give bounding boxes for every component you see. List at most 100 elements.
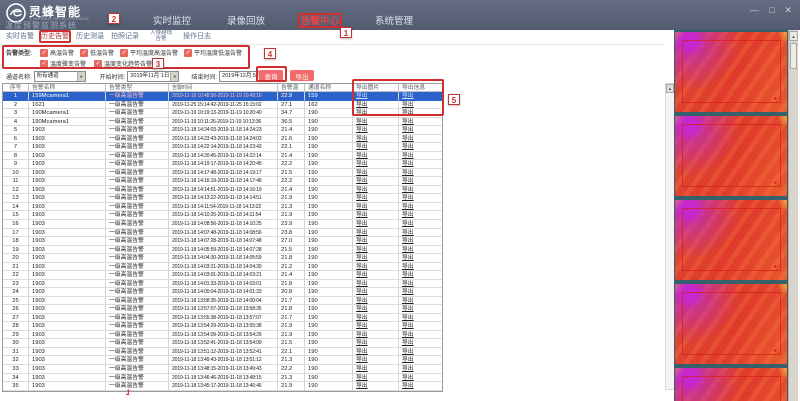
- export-info-link[interactable]: 导出: [399, 126, 442, 135]
- export-info-link[interactable]: 导出: [399, 246, 442, 255]
- export-image-link[interactable]: 导出: [353, 100, 399, 110]
- export-info-link[interactable]: 导出: [399, 331, 442, 340]
- export-info-link[interactable]: 导出: [399, 322, 442, 331]
- export-image-link[interactable]: 导出: [353, 126, 399, 135]
- export-info-link[interactable]: 导出: [399, 220, 442, 229]
- export-info-link[interactable]: 导出: [399, 118, 442, 127]
- export-info-link[interactable]: 导出: [399, 160, 442, 169]
- export-info-link[interactable]: 导出: [399, 314, 442, 323]
- nav-item-1[interactable]: 实时监控: [153, 13, 191, 27]
- table-row[interactable]: 4 190Mcamera1 一级高温告警 2019-11-19 10:11:26-20…: [3, 117, 442, 127]
- export-info-link[interactable]: 导出: [399, 288, 442, 297]
- export-info-link[interactable]: 导出: [399, 211, 442, 220]
- table-row[interactable]: 25 1903 一级高温告警 2019-11-18 13:58:35-2019-11-…: [3, 296, 442, 306]
- maximize-button[interactable]: □: [769, 5, 774, 16]
- minimize-button[interactable]: —: [750, 5, 759, 16]
- checkbox-1-1[interactable]: ✓ 高温告警: [40, 48, 74, 57]
- thermal-image[interactable]: ✚: [675, 200, 787, 280]
- table-row[interactable]: 9 1903 一级高温告警 2019-11-18 14:19:17-2019-11-1…: [3, 160, 442, 169]
- export-info-link[interactable]: 导出: [399, 339, 442, 348]
- export-info-link[interactable]: 导出: [399, 143, 442, 152]
- table-row[interactable]: 2 1621 一级高温告警 2019-11-25 15:14:42-2019-11-2…: [3, 100, 442, 110]
- export-image-link[interactable]: 导出: [353, 347, 399, 357]
- export-image-link[interactable]: 导出: [353, 382, 399, 391]
- nav-item-2[interactable]: 录像回放: [227, 13, 265, 27]
- export-info-link[interactable]: 导出: [399, 365, 442, 374]
- export-info-link[interactable]: 导出: [399, 203, 442, 212]
- export-image-link[interactable]: 导出: [353, 92, 399, 101]
- export-info-link[interactable]: 导出: [399, 348, 442, 357]
- export-info-link[interactable]: 导出: [399, 356, 442, 365]
- table-row[interactable]: 11 1903 一级高温告警 2019-11-18 14:16:19-2019-11-…: [3, 177, 442, 186]
- export-image-link[interactable]: 导出: [353, 296, 399, 306]
- scrollbar-thumb[interactable]: [790, 43, 797, 69]
- export-image-link[interactable]: 导出: [353, 211, 399, 220]
- export-image-link[interactable]: 导出: [353, 373, 399, 383]
- export-image-link[interactable]: 导出: [353, 168, 399, 178]
- export-info-link[interactable]: 导出: [399, 237, 442, 246]
- export-info-link[interactable]: 导出: [399, 109, 442, 118]
- checkbox-1-4[interactable]: ✓ 平均温度低温告警: [184, 48, 242, 57]
- export-button[interactable]: 导出: [290, 70, 314, 81]
- export-image-link[interactable]: 导出: [353, 134, 399, 144]
- export-info-link[interactable]: 导出: [399, 374, 442, 383]
- thermal-image[interactable]: ✚: [675, 32, 787, 112]
- export-info-link[interactable]: 导出: [399, 271, 442, 280]
- export-info-link[interactable]: 导出: [399, 280, 442, 289]
- export-image-link[interactable]: 导出: [353, 365, 399, 374]
- table-row[interactable]: 15 1903 一级高温告警 2019-11-18 14:10:25-2019-11-…: [3, 211, 442, 220]
- table-row[interactable]: 33 1903 一级高温告警 2019-11-18 13:48:15-2019-11-…: [3, 365, 442, 374]
- tab-2[interactable]: 历史告警: [41, 33, 69, 40]
- export-info-link[interactable]: 导出: [399, 297, 442, 306]
- table-row[interactable]: 22 1903 一级高温告警 2019-11-18 14:03:01-2019-11-…: [3, 271, 442, 280]
- table-row[interactable]: 31 1903 一级高温告警 2019-11-18 13:51:12-2019-11-…: [3, 347, 442, 357]
- table-row[interactable]: 1 159Mcamera1 一级高温告警 2019-11-19 10:48:56-20…: [3, 92, 442, 101]
- export-image-link[interactable]: 导出: [353, 262, 399, 272]
- export-image-link[interactable]: 导出: [353, 143, 399, 152]
- tab-3[interactable]: 历史测温: [76, 33, 104, 40]
- export-image-link[interactable]: 导出: [353, 194, 399, 203]
- export-info-link[interactable]: 导出: [399, 92, 442, 101]
- table-row[interactable]: 27 1903 一级高温告警 2019-11-18 13:55:38-2019-11-…: [3, 313, 442, 323]
- table-row[interactable]: 16 1903 一级高温告警 2019-11-18 14:08:56-2019-11-…: [3, 219, 442, 229]
- export-image-link[interactable]: 导出: [353, 313, 399, 323]
- export-image-link[interactable]: 导出: [353, 339, 399, 348]
- export-image-link[interactable]: 导出: [353, 219, 399, 229]
- channel-select[interactable]: 所有通道 ▼: [33, 71, 86, 82]
- tab-1[interactable]: 实时告警: [6, 33, 34, 40]
- table-row[interactable]: 26 1903 一级高温告警 2019-11-18 13:57:07-2019-11-…: [3, 305, 442, 314]
- export-info-link[interactable]: 导出: [399, 135, 442, 144]
- export-image-link[interactable]: 导出: [353, 279, 399, 289]
- table-row[interactable]: 3 190Mcamera1 一级高温告警 2019-11-19 10:19:13-20…: [3, 109, 442, 118]
- export-info-link[interactable]: 导出: [399, 169, 442, 178]
- table-row[interactable]: 28 1903 一级高温告警 2019-11-18 13:54:29-2019-11-…: [3, 322, 442, 331]
- table-row[interactable]: 13 1903 一级高温告警 2019-11-18 14:13:22-2019-11-…: [3, 194, 442, 203]
- export-info-link[interactable]: 导出: [399, 101, 442, 110]
- table-row[interactable]: 6 1903 一级高温告警 2019-11-18 14:23:43-2019-11-1…: [3, 134, 442, 144]
- export-info-link[interactable]: 导出: [399, 194, 442, 203]
- table-row[interactable]: 32 1903 一级高温告警 2019-11-18 13:49:43-2019-11-…: [3, 356, 442, 365]
- export-image-link[interactable]: 导出: [353, 254, 399, 263]
- table-row[interactable]: 7 1903 一级高温告警 2019-11-18 14:22:14-2019-11-1…: [3, 143, 442, 152]
- checkbox-1-2[interactable]: ✓ 低温告警: [80, 48, 114, 57]
- tab-6[interactable]: 操作日志: [183, 33, 211, 40]
- tab-4[interactable]: 拍照记录: [111, 33, 139, 40]
- export-info-link[interactable]: 导出: [399, 229, 442, 238]
- table-row[interactable]: 18 1903 一级高温告警 2019-11-18 14:07:28-2019-11-…: [3, 237, 442, 246]
- export-image-link[interactable]: 导出: [353, 322, 399, 331]
- checkbox-2-2[interactable]: ✓ 温度变化趋势告警: [94, 59, 152, 68]
- export-image-link[interactable]: 导出: [353, 109, 399, 118]
- nav-item-3[interactable]: 告警中心: [301, 13, 339, 27]
- scroll-up-icon[interactable]: ▲: [666, 84, 674, 93]
- table-row[interactable]: 19 1903 一级高温告警 2019-11-18 14:05:59-2019-11-…: [3, 245, 442, 255]
- table-row[interactable]: 12 1903 一级高温告警 2019-11-18 14:14:51-2019-11-…: [3, 185, 442, 195]
- export-image-link[interactable]: 导出: [353, 271, 399, 280]
- tab-5[interactable]: 入侵越线 告警: [146, 30, 176, 43]
- close-button[interactable]: ✕: [784, 5, 792, 16]
- table-row[interactable]: 17 1903 一级高温告警 2019-11-18 14:07:48-2019-11-…: [3, 228, 442, 238]
- export-image-link[interactable]: 导出: [353, 202, 399, 212]
- checkbox-2-1[interactable]: ✓ 温度骤变告警: [40, 59, 86, 68]
- export-image-link[interactable]: 导出: [353, 288, 399, 297]
- export-image-link[interactable]: 导出: [353, 185, 399, 195]
- thermal-scrollbar[interactable]: ▲: [788, 30, 798, 401]
